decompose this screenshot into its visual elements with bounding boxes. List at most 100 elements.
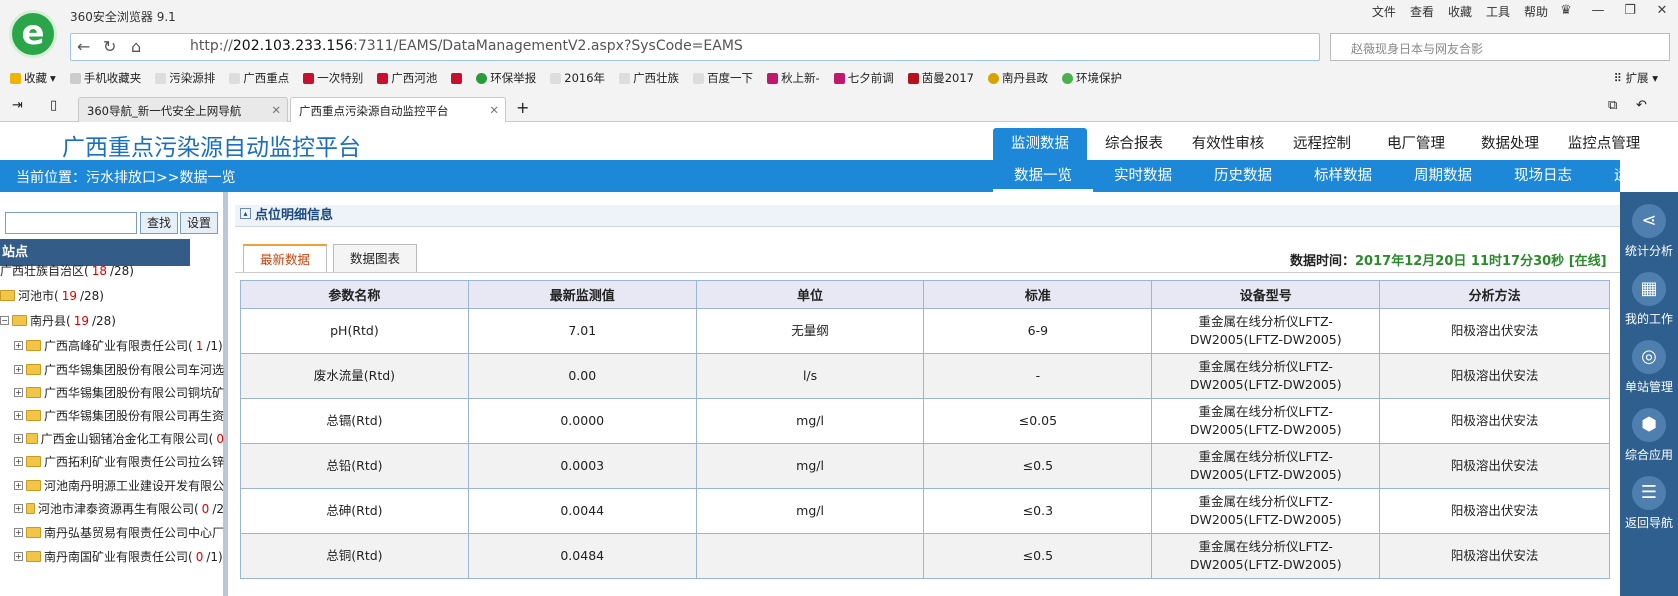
bookmark-item[interactable]: 广西河池 — [377, 70, 437, 86]
close-tab-icon[interactable]: ✕ — [271, 103, 281, 117]
bookmark-item[interactable]: 2016年 — [550, 70, 605, 86]
menu-favorites[interactable]: 收藏 — [1448, 3, 1472, 20]
bookmark-item[interactable]: 一次特别 — [303, 70, 363, 86]
minimize-icon[interactable]: — — [1582, 0, 1614, 22]
expand-icon[interactable]: + — [14, 481, 23, 490]
collapse-icon[interactable]: − — [0, 316, 9, 325]
restore-tab-icon[interactable]: ↶ — [1636, 98, 1647, 113]
expand-icon[interactable]: + — [14, 552, 23, 561]
bookmark-item[interactable]: 环保举报 — [476, 70, 536, 86]
subnav-run-status[interactable]: 运行状态 — [1593, 160, 1678, 192]
tab-data-chart[interactable]: 数据图表 — [333, 244, 417, 273]
bookmark-item[interactable]: 南丹县政 — [988, 70, 1048, 86]
rail-stats[interactable]: ⋖ 统计分析 — [1620, 204, 1678, 259]
subnav-realtime[interactable]: 实时数据 — [1093, 160, 1193, 192]
cube-icon: ⬢ — [1632, 408, 1666, 442]
nav-plant-management[interactable]: 电厂管理 — [1369, 128, 1463, 160]
nav-data-processing[interactable]: 数据处理 — [1463, 128, 1557, 160]
subnav-site-log[interactable]: 现场日志 — [1493, 160, 1593, 192]
bookmark-item[interactable] — [451, 70, 463, 86]
rail-site-management[interactable]: ◎ 单站管理 — [1620, 340, 1678, 395]
tree-node-nandan[interactable]: − 南丹县(19/28) — [0, 312, 224, 329]
tree-node-company[interactable]: + 广西拓利矿业有限责任公司拉么锌 — [14, 453, 224, 470]
tree-node-company[interactable]: + 南丹弘基贸易有限责任公司中心厂 — [14, 524, 224, 541]
tree-node-company[interactable]: + 广西高峰矿业有限责任公司(1/1) — [14, 337, 224, 354]
url-text[interactable]: http://202.103.233.156:7311/EAMS/DataMan… — [190, 38, 743, 54]
tree-node-company[interactable]: + 河池南丹明源工业建设开发有限公 — [14, 477, 224, 494]
refresh-icon[interactable]: ↻ — [103, 37, 116, 56]
bookmark-item[interactable]: 收藏 ▾ — [10, 70, 56, 86]
expand-icon[interactable]: + — [14, 388, 23, 397]
subnav-overview[interactable]: 数据一览 — [993, 160, 1093, 192]
find-button[interactable]: 查找 — [140, 212, 178, 234]
bookmark-item[interactable]: 广西壮族 — [619, 70, 679, 86]
tab-latest-data[interactable]: 最新数据 — [243, 244, 327, 273]
rail-applications[interactable]: ⬢ 综合应用 — [1620, 408, 1678, 463]
back-icon[interactable]: ← — [77, 37, 90, 56]
tree-node-company[interactable]: + 广西华锡集团股份有限公司再生资 — [14, 407, 224, 424]
expand-icon[interactable]: + — [14, 434, 23, 443]
expand-icon[interactable]: + — [14, 504, 23, 513]
nav-remote-control[interactable]: 远程控制 — [1275, 128, 1369, 160]
search-input[interactable]: 赵薇现身日本与网友合影 — [1330, 33, 1670, 61]
close-icon[interactable]: ✕ — [1646, 0, 1678, 22]
skin-icon[interactable]: ♛ — [1550, 0, 1582, 22]
settings-button[interactable]: 设置 — [180, 212, 218, 234]
close-tab-icon[interactable]: ✕ — [489, 103, 499, 117]
expand-icon[interactable]: + — [14, 528, 23, 537]
tree-node-company[interactable]: + 广西金山铟锗冶金化工有限公司(0 — [14, 430, 224, 447]
menu-help[interactable]: 帮助 — [1524, 3, 1548, 20]
target-icon: ◎ — [1632, 340, 1666, 374]
maximize-icon[interactable]: ❐ — [1614, 0, 1646, 22]
nav-reports[interactable]: 综合报表 — [1087, 128, 1181, 160]
rail-my-work[interactable]: ▦ 我的工作 — [1620, 272, 1678, 327]
tree-node-guangxi[interactable]: 广西壮族自治区(18/28) — [0, 262, 224, 279]
expand-icon[interactable]: + — [14, 411, 23, 420]
site-search-input[interactable] — [5, 212, 137, 234]
expand-icon[interactable]: + — [14, 341, 23, 350]
subnav-standard-sample[interactable]: 标样数据 — [1293, 160, 1393, 192]
nav-monitor-data[interactable]: 监测数据 — [993, 128, 1087, 160]
home-icon[interactable]: ⌂ — [131, 37, 141, 56]
expand-icon[interactable]: + — [14, 365, 23, 374]
browser-logo-icon: e — [9, 10, 57, 58]
bookmark-item[interactable]: 环境保护 — [1062, 70, 1122, 86]
tab-strip: ⇥ ▯ 360导航_新一代安全上网导航 ✕ 广西重点污染源自动监控平台 ✕ + … — [0, 94, 1678, 122]
menu-tools[interactable]: 工具 — [1486, 3, 1510, 20]
tree-node-company[interactable]: + 河池市津泰资源再生有限公司(0/2 — [14, 500, 224, 517]
nav-site-management[interactable]: 监控点管理 — [1557, 128, 1651, 160]
folder-icon — [26, 551, 41, 562]
tab-monitor-platform[interactable]: 广西重点污染源自动监控平台 ✕ — [290, 97, 506, 122]
table-header-row: 参数名称 最新监测值 单位 标准 设备型号 分析方法 — [240, 280, 1610, 309]
tab-list-icon[interactable]: ⧉ — [1608, 98, 1617, 113]
tree-node-company[interactable]: + 广西华锡集团股份有限公司铜坑矿 — [14, 384, 224, 401]
new-tab-icon[interactable]: + — [516, 98, 529, 117]
bookmark-item[interactable]: 七夕前调 — [833, 70, 894, 86]
bookmark-item[interactable]: 广西重点 — [229, 70, 289, 86]
tree-node-hechi[interactable]: 河池市(19/28) — [0, 287, 224, 304]
bookmark-item[interactable]: 百度一下 — [693, 70, 753, 86]
bookmark-item[interactable]: 污染源排 — [155, 70, 215, 86]
table-row: pH(Rtd) 7.01 无量纲 6-9 重金属在线分析仪LFTZ-DW2005(LFT… — [240, 308, 1610, 354]
sidebar-toggle-icon[interactable]: ⇥ — [12, 98, 23, 113]
bookmark-item[interactable]: 茵曼2017 — [907, 70, 974, 86]
folder-icon — [26, 387, 41, 398]
tab-360-nav[interactable]: 360导航_新一代安全上网导航 ✕ — [78, 97, 288, 122]
bookmark-item[interactable]: 手机收藏夹 — [69, 70, 141, 86]
menu-file[interactable]: 文件 — [1372, 3, 1396, 20]
page-title: 广西重点污染源自动监控平台 — [62, 135, 361, 161]
collapse-panel-icon[interactable]: ▴ — [240, 208, 251, 219]
nav-validity-review[interactable]: 有效性审核 — [1181, 128, 1275, 160]
emblem-icon — [451, 72, 463, 84]
subnav-history[interactable]: 历史数据 — [1193, 160, 1293, 192]
rail-back-nav[interactable]: ☰ 返回导航 — [1620, 476, 1678, 531]
menu-view[interactable]: 查看 — [1410, 3, 1434, 20]
folder-icon — [12, 315, 27, 326]
panel-icon[interactable]: ▯ — [50, 98, 57, 113]
tree-node-company[interactable]: + 广西华锡集团股份有限公司车河选 — [14, 361, 224, 378]
tree-node-company[interactable]: + 南丹南国矿业有限责任公司(0/1) — [14, 548, 224, 565]
bookmarks-extend[interactable]: ⠿ 扩展 ▾ — [1613, 70, 1658, 86]
subnav-period[interactable]: 周期数据 — [1393, 160, 1493, 192]
bookmark-item[interactable]: 秋上新- — [767, 70, 820, 86]
expand-icon[interactable]: + — [14, 457, 23, 466]
